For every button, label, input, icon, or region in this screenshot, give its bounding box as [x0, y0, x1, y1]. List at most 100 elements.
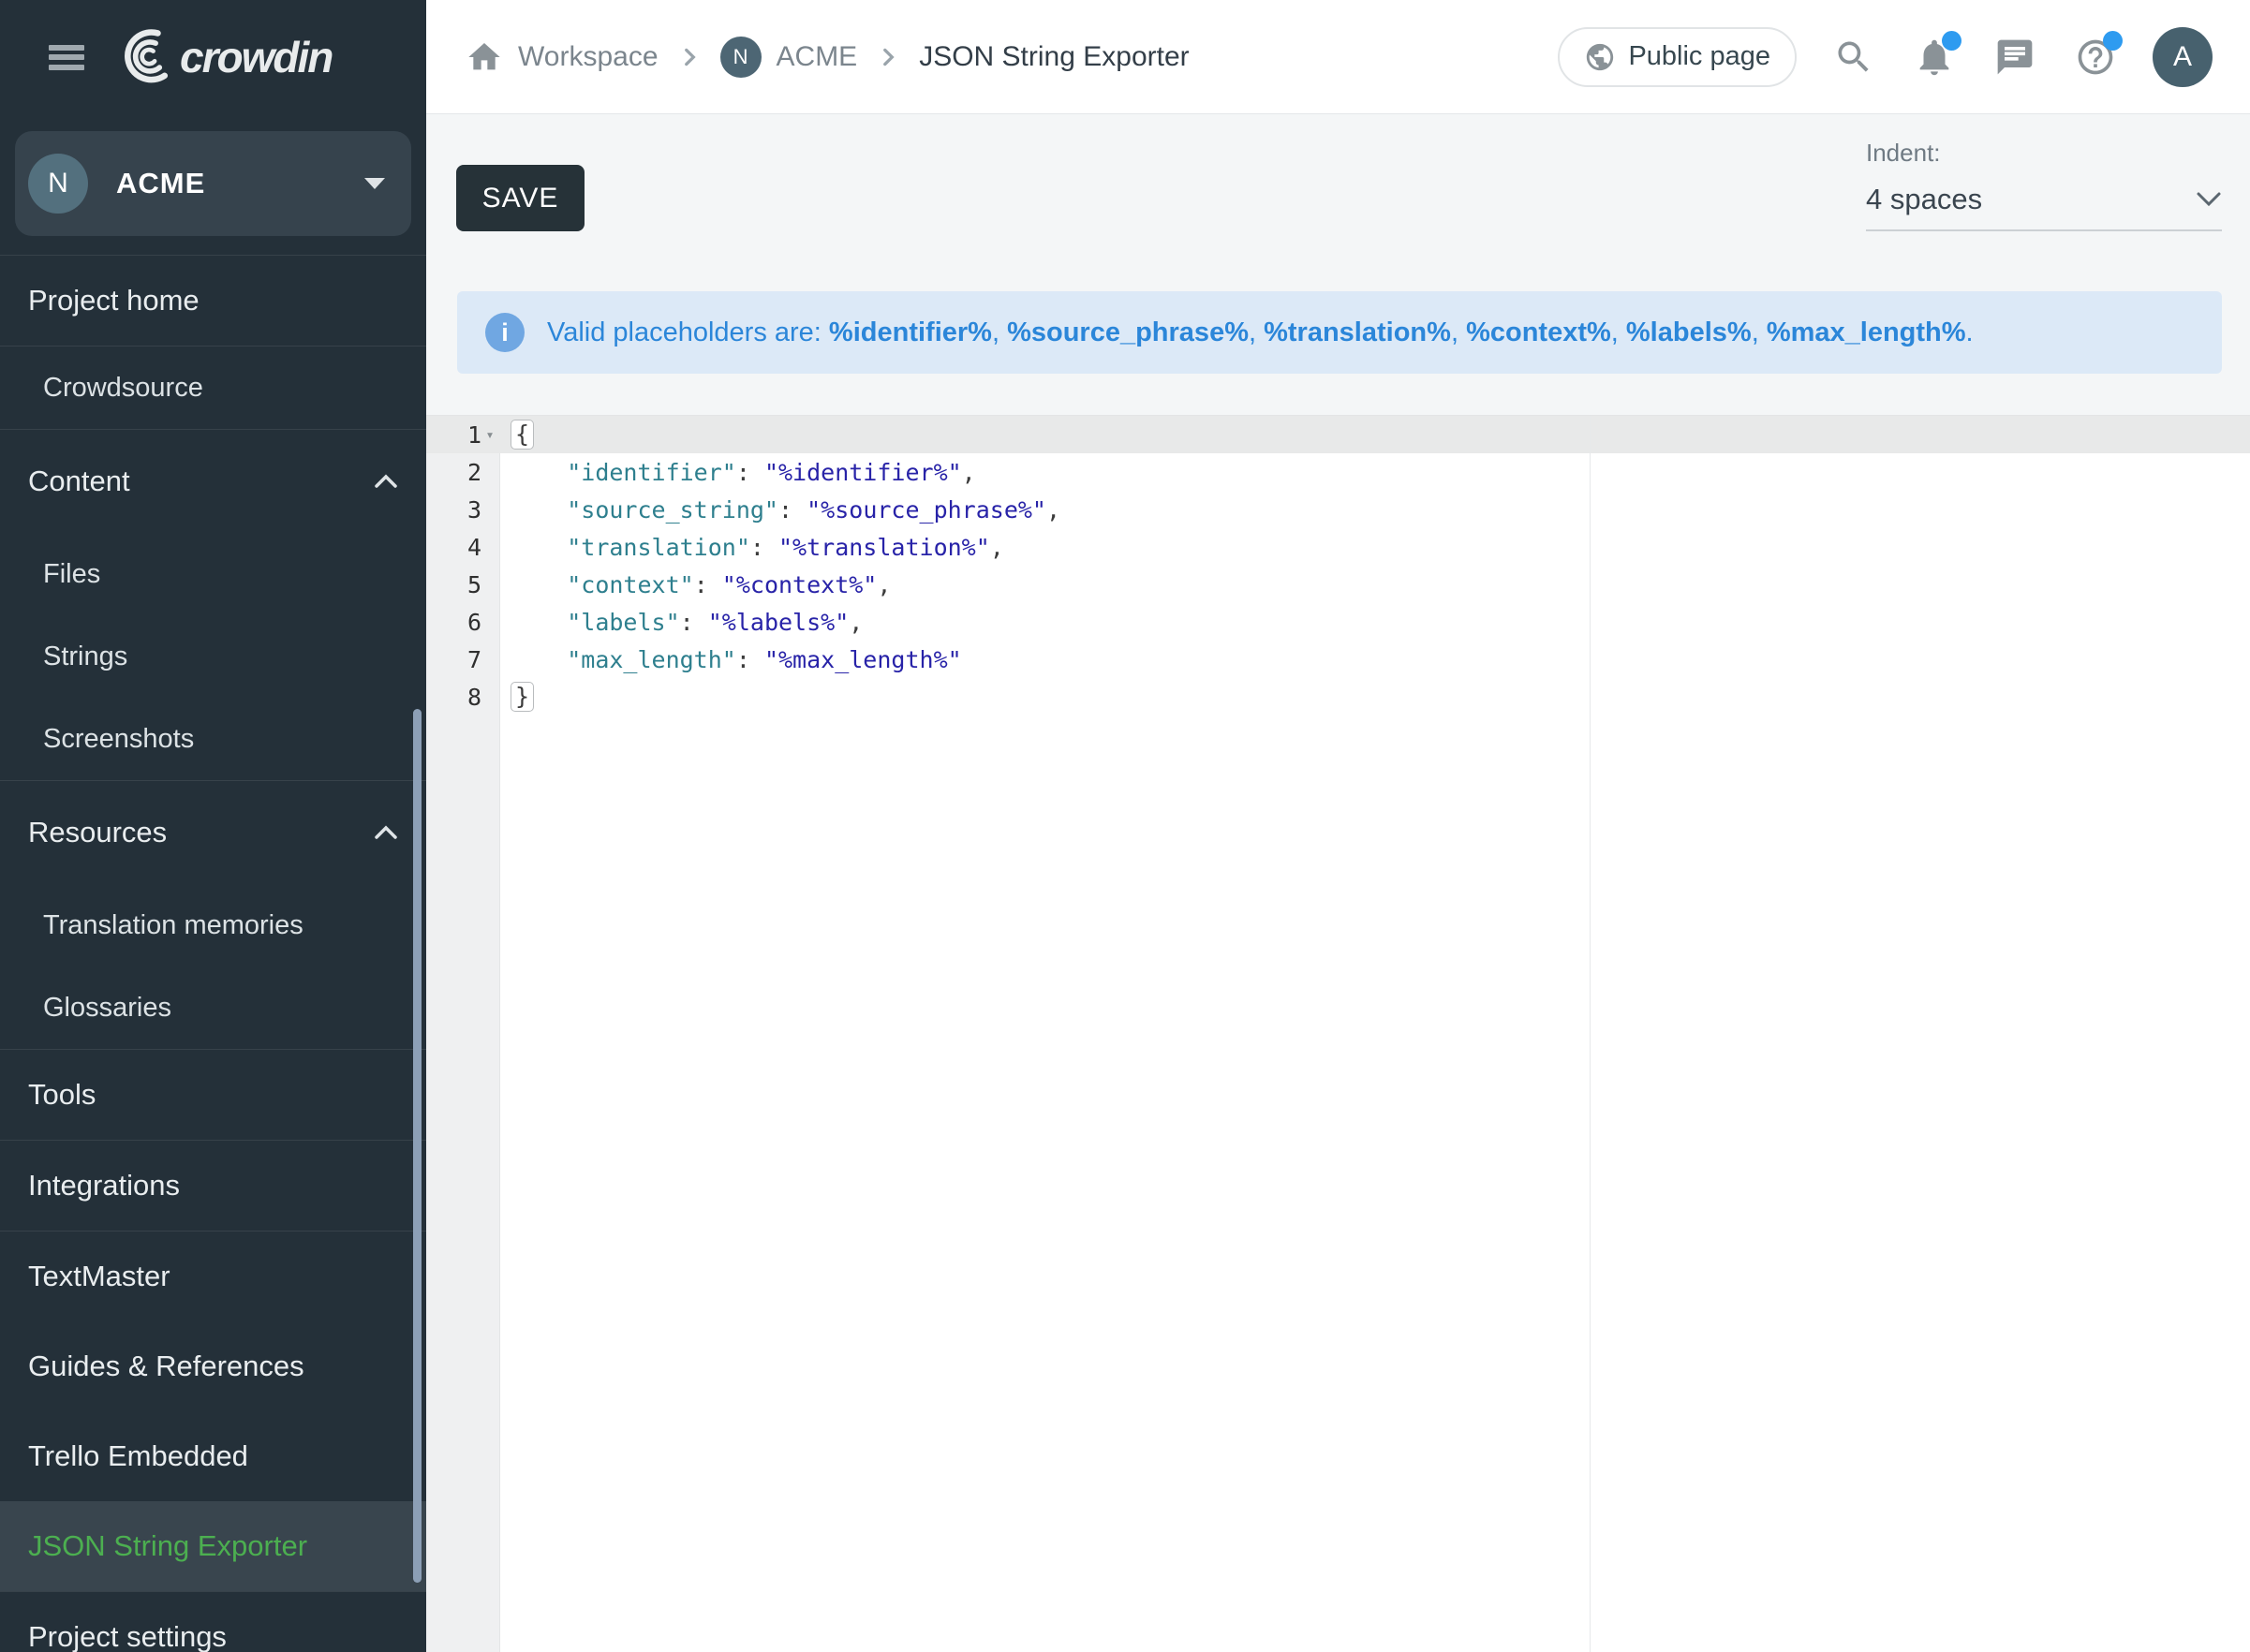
code-token-pun: :	[680, 609, 708, 636]
line-number: 7	[467, 646, 481, 673]
messages-button[interactable]	[1991, 34, 2038, 81]
chevron-up-icon	[374, 474, 398, 489]
sidebar-item-project-home[interactable]: Project home	[0, 256, 426, 346]
main-content: SAVE Indent: 4 spaces i Valid placeholde…	[426, 114, 2250, 1652]
sidebar-item-label: Strings	[43, 642, 127, 672]
code-token-str: "%labels%"	[708, 609, 850, 636]
code-token-pun: ,	[1046, 496, 1060, 524]
notifications-button[interactable]	[1911, 34, 1958, 81]
sidebar-item-label: Files	[43, 559, 100, 590]
indent-select[interactable]: 4 spaces	[1866, 183, 2222, 231]
code-text[interactable]: "translation": "%translation%",	[500, 534, 2250, 561]
sidebar-item-translation-memories[interactable]: Translation memories	[0, 884, 426, 966]
gutter-cell: 6▾	[426, 609, 500, 636]
line-number: 3	[467, 496, 481, 524]
sidebar-item-trello-embedded[interactable]: Trello Embedded	[0, 1411, 426, 1501]
sidebar-item-label: Content	[28, 465, 130, 498]
user-avatar[interactable]: A	[2153, 27, 2213, 87]
code-line: 2▾ "identifier": "%identifier%",	[426, 453, 2250, 491]
gutter-cell: 7▾	[426, 646, 500, 673]
sidebar-top: crowdin	[0, 0, 426, 114]
code-text[interactable]: "source_string": "%source_phrase%",	[500, 496, 2250, 524]
sidebar-scrollbar[interactable]	[413, 709, 422, 1583]
project-avatar: N	[28, 154, 88, 214]
sidebar-item-glossaries[interactable]: Glossaries	[0, 966, 426, 1049]
code-text[interactable]: "context": "%context%",	[500, 571, 2250, 598]
code-text[interactable]: {	[500, 420, 2250, 450]
code-editor[interactable]: 1▾ { 2▾ "identifier": "%identifier%", 3▾…	[426, 415, 2250, 1652]
sidebar-item-guides-references[interactable]: Guides & References	[0, 1321, 426, 1411]
code-token-key: "translation"	[567, 534, 750, 561]
sidebar-item-json-string-exporter[interactable]: JSON String Exporter	[0, 1501, 426, 1591]
sidebar-item-strings[interactable]: Strings	[0, 615, 426, 698]
code-token-pun: ,	[849, 609, 863, 636]
sidebar-item-integrations[interactable]: Integrations	[0, 1141, 426, 1231]
code-token-pun: ,	[962, 459, 976, 486]
code-token-pun: :	[750, 534, 778, 561]
sidebar-item-label: Glossaries	[43, 993, 171, 1024]
sidebar-nav: Project home Crowdsource Content Files Strin…	[0, 255, 426, 1652]
sidebar-item-label: Project settings	[28, 1620, 227, 1652]
code-text[interactable]: "max_length": "%max_length%"	[500, 646, 2250, 673]
indent-value: 4 spaces	[1866, 183, 1982, 216]
caret-down-icon	[364, 178, 385, 189]
crowdin-bird-icon	[116, 29, 174, 85]
sidebar-item-label: Translation memories	[43, 910, 303, 941]
code-line: 4▾ "translation": "%translation%",	[426, 528, 2250, 566]
project-selector[interactable]: N ACME	[15, 131, 411, 236]
sidebar-item-label: Guides & References	[28, 1350, 304, 1383]
sidebar-item-resources[interactable]: Resources	[0, 781, 426, 884]
editor-ruler	[1590, 416, 1591, 1652]
sidebar-item-screenshots[interactable]: Screenshots	[0, 698, 426, 780]
code-token-pun: ,	[877, 571, 891, 598]
code-token-pun	[511, 609, 567, 636]
code-text[interactable]: "identifier": "%identifier%",	[500, 459, 2250, 486]
chevron-down-icon	[2196, 191, 2222, 208]
code-text[interactable]: "labels": "%labels%",	[500, 609, 2250, 636]
help-button[interactable]	[2072, 34, 2119, 81]
indent-label: Indent:	[1866, 139, 2222, 168]
gutter-cell: 5▾	[426, 571, 500, 598]
code-line: 3▾ "source_string": "%source_phrase%",	[426, 491, 2250, 528]
sidebar-item-textmaster[interactable]: TextMaster	[0, 1232, 426, 1321]
sidebar-item-label: TextMaster	[28, 1260, 170, 1293]
sidebar-item-files[interactable]: Files	[0, 533, 426, 615]
placeholder: %translation%	[1264, 317, 1451, 347]
hamburger-menu-icon[interactable]	[49, 45, 84, 70]
code-token-key: "source_string"	[567, 496, 778, 524]
sidebar-item-label: Tools	[28, 1078, 96, 1112]
code-token-key: "max_length"	[567, 646, 736, 673]
code-token-key: "identifier"	[567, 459, 736, 486]
line-number: 4	[467, 534, 481, 561]
chevron-right-icon	[677, 45, 702, 69]
code-token-pun	[511, 646, 567, 673]
code-token-pun	[511, 571, 567, 598]
sidebar-item-project-settings[interactable]: Project settings	[0, 1592, 426, 1652]
fold-toggle-icon[interactable]: ▾	[481, 426, 498, 443]
sidebar-item-crowdsource[interactable]: Crowdsource	[0, 347, 426, 429]
code-line: 7▾ "max_length": "%max_length%"	[426, 641, 2250, 678]
sidebar-item-label: Resources	[28, 816, 167, 849]
code-text[interactable]: }	[500, 682, 2250, 712]
code-token-pun: ,	[990, 534, 1004, 561]
app-root: crowdin N ACME Project home Crowdsource Co…	[0, 0, 2250, 1652]
breadcrumb-label: Workspace	[518, 41, 659, 73]
sidebar-item-label: Trello Embedded	[28, 1439, 248, 1473]
breadcrumb-workspace[interactable]: Workspace	[466, 38, 659, 76]
indent-control: Indent: 4 spaces	[1866, 139, 2222, 231]
save-button[interactable]: SAVE	[456, 165, 585, 231]
line-number: 6	[467, 609, 481, 636]
search-button[interactable]	[1830, 34, 1877, 81]
gutter-cell: 4▾	[426, 534, 500, 561]
code-line: 1▾ {	[426, 416, 2250, 453]
sidebar-item-content[interactable]: Content	[0, 430, 426, 533]
line-number: 5	[467, 571, 481, 598]
crowdin-logo[interactable]: crowdin	[116, 29, 332, 85]
sidebar-item-label: Project home	[28, 284, 200, 317]
sidebar-item-tools[interactable]: Tools	[0, 1050, 426, 1140]
line-number: 1	[467, 421, 481, 449]
public-page-button[interactable]: Public page	[1558, 27, 1797, 87]
breadcrumb-project[interactable]: N ACME	[720, 37, 858, 78]
sidebar-item-label: JSON String Exporter	[28, 1529, 307, 1563]
placeholder: %max_length%	[1767, 317, 1966, 347]
